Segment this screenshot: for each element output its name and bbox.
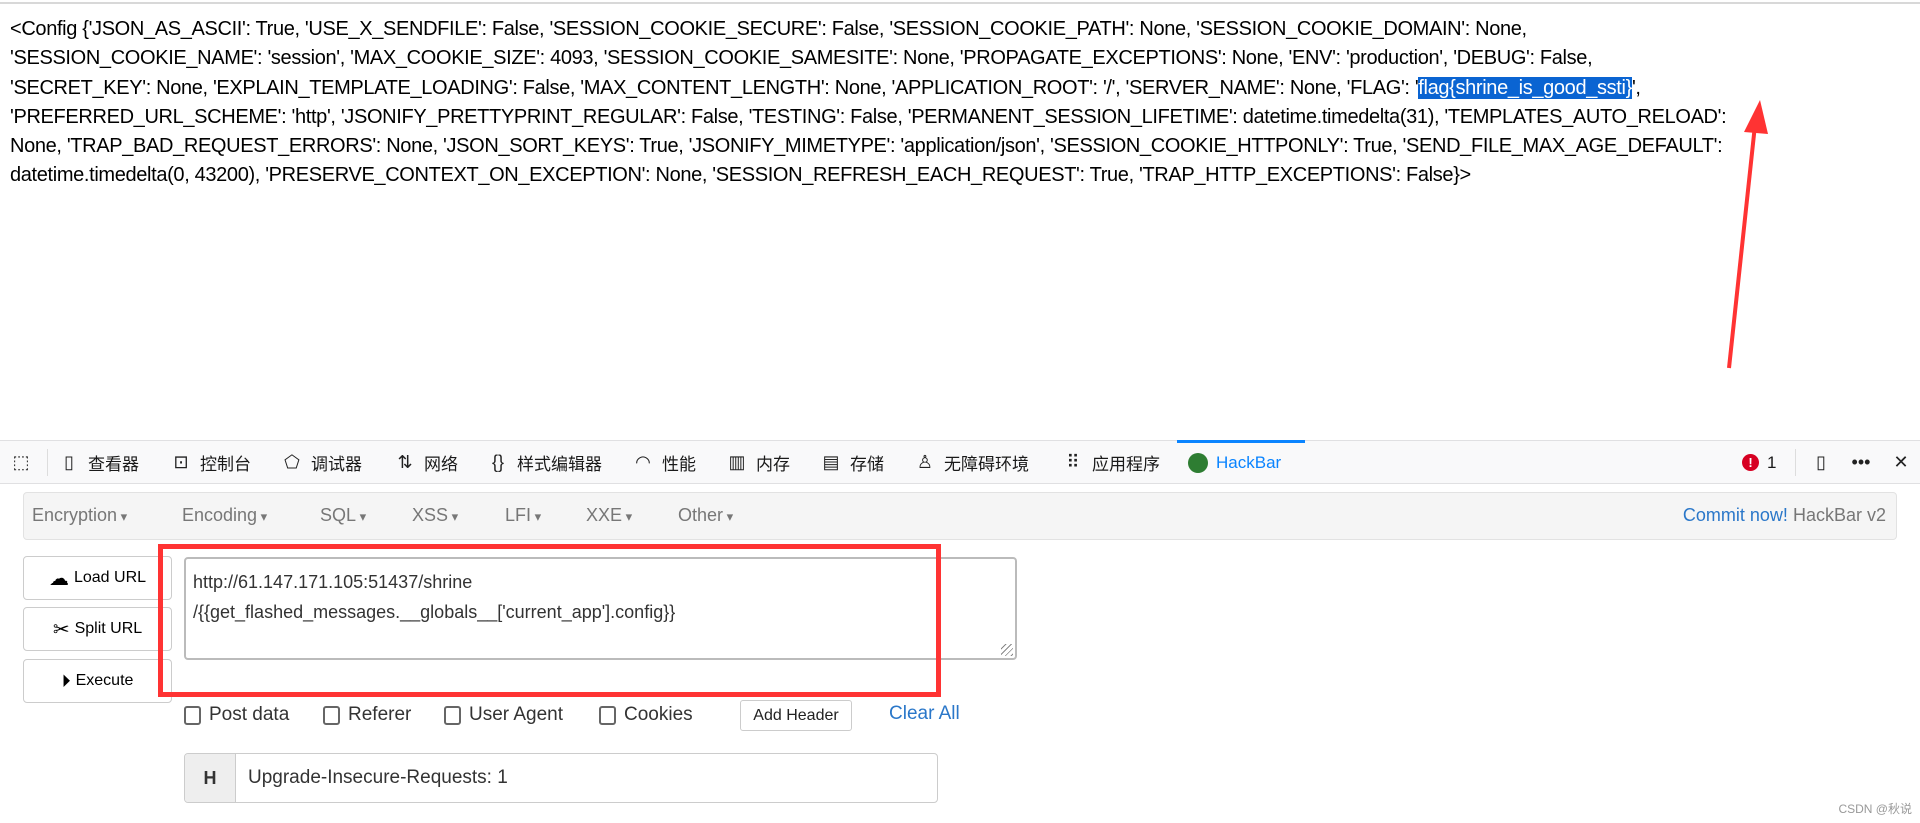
inspector-icon: ▯: [64, 452, 74, 472]
hackbar-menu-bar: Encryption Encoding SQL XSS LFI XXE Othe…: [23, 492, 1897, 540]
tab-console[interactable]: ⊡ 控制台: [170, 441, 251, 484]
tab-network[interactable]: ⇅ 网络: [394, 441, 458, 484]
tab-label: 控制台: [200, 455, 251, 474]
devtools-toolbar: ⬚ ▯ 查看器 ⊡ 控制台 ⬠ 调试器 ⇅ 网络 {} 样式编辑器 ◠ 性能 ▥ 内存 ▤ 存储…: [0, 440, 1920, 484]
cookies-checkbox[interactable]: Cookies: [599, 704, 693, 726]
gauge-icon: ◠: [635, 452, 651, 472]
storage-icon: ▤: [822, 452, 840, 472]
tab-label: 样式编辑器: [517, 455, 602, 474]
tab-debugger[interactable]: ⬠ 调试器: [281, 441, 362, 484]
checkbox-label: User Agent: [469, 704, 563, 725]
memory-icon: ▥: [728, 452, 746, 472]
element-picker-button[interactable]: ⬚: [10, 441, 32, 484]
header-row: H Upgrade-Insecure-Requests: 1: [184, 753, 938, 803]
error-count-button[interactable]: ! 1: [1742, 441, 1776, 484]
menu-other[interactable]: Other: [678, 505, 733, 526]
watermark: CSDN @秋说: [1838, 802, 1912, 816]
commit-now-link[interactable]: Commit now!: [1683, 505, 1788, 525]
tab-application[interactable]: ⠿ 应用程序: [1062, 441, 1160, 484]
responsive-mode-button[interactable]: ▯: [1810, 441, 1832, 484]
hackbar-version: HackBar v2: [1792, 505, 1886, 525]
checkbox-icon: [184, 705, 201, 725]
header-input[interactable]: Upgrade-Insecure-Requests: 1: [236, 754, 508, 802]
responsive-icon: ▯: [1816, 452, 1826, 472]
divider: [1795, 449, 1796, 476]
tab-label: 无障碍环境: [944, 455, 1029, 474]
tab-memory[interactable]: ▥ 内存: [726, 441, 790, 484]
menu-xxe[interactable]: XXE: [586, 505, 632, 526]
execute-button[interactable]: ⏵ Execute: [23, 659, 172, 703]
tab-label: 调试器: [311, 455, 362, 474]
error-icon: !: [1742, 454, 1759, 471]
red-arrow-annotation: [1727, 100, 1768, 369]
checkbox-label: Cookies: [624, 704, 693, 725]
tab-label: 查看器: [88, 455, 139, 474]
menu-lfi[interactable]: LFI: [505, 505, 541, 526]
more-icon: •••: [1851, 452, 1871, 472]
hackbar-logo-icon: [1188, 452, 1208, 473]
user-agent-checkbox[interactable]: User Agent: [444, 704, 563, 726]
menu-encryption[interactable]: Encryption: [32, 505, 127, 526]
referer-checkbox[interactable]: Referer: [323, 704, 411, 726]
play-icon: ⏵: [61, 670, 71, 691]
button-label: Load URL: [73, 569, 147, 586]
tab-hackbar[interactable]: HackBar: [1188, 441, 1281, 484]
load-url-button[interactable]: ☁ Load URL: [23, 556, 172, 600]
tab-label: 内存: [756, 455, 790, 474]
button-label: Split URL: [74, 620, 143, 637]
tab-accessibility[interactable]: ♙ 无障碍环境: [914, 441, 1029, 484]
checkbox-label: Referer: [348, 704, 412, 725]
checkbox-label: Post data: [209, 704, 290, 725]
add-header-button[interactable]: Add Header: [740, 700, 852, 731]
resize-grip-icon[interactable]: [1001, 644, 1013, 656]
tab-inspector[interactable]: ▯ 查看器: [58, 441, 139, 484]
clear-all-link[interactable]: Clear All: [889, 703, 960, 725]
braces-icon: {}: [491, 452, 505, 472]
split-url-button[interactable]: ✂ Split URL: [23, 607, 172, 651]
tab-label: 应用程序: [1092, 455, 1160, 474]
picker-icon: ⬚: [12, 452, 30, 472]
tab-style-editor[interactable]: {} 样式编辑器: [487, 441, 602, 484]
menu-encoding[interactable]: Encoding: [182, 505, 267, 526]
close-devtools-button[interactable]: ✕: [1890, 441, 1912, 484]
tab-storage[interactable]: ▤ 存储: [820, 441, 884, 484]
close-icon: ✕: [1893, 452, 1909, 472]
error-count: 1: [1767, 452, 1777, 472]
scissors-icon: ✂: [52, 618, 70, 641]
grid-icon: ⠿: [1066, 452, 1080, 472]
tab-label: 网络: [424, 455, 458, 474]
network-icon: ⇅: [397, 452, 413, 472]
menu-sql[interactable]: SQL: [320, 505, 366, 526]
accessibility-icon: ♙: [916, 452, 934, 472]
tab-label: 性能: [662, 455, 696, 474]
button-label: Execute: [75, 672, 134, 689]
tab-label: HackBar: [1216, 452, 1282, 472]
red-box-annotation: [158, 544, 941, 697]
post-data-checkbox[interactable]: Post data: [184, 704, 289, 726]
menu-xss[interactable]: XSS: [412, 505, 458, 526]
debugger-icon: ⬠: [284, 452, 300, 472]
cloud-download-icon: ☁: [48, 567, 69, 590]
header-tag: H: [185, 754, 236, 802]
tab-label: 存储: [850, 455, 884, 474]
more-options-button[interactable]: •••: [1850, 441, 1872, 484]
checkbox-icon: [323, 705, 340, 725]
checkbox-icon: [444, 705, 461, 725]
divider: [47, 449, 48, 476]
checkbox-icon: [599, 705, 616, 725]
console-icon: ⊡: [173, 452, 189, 472]
tab-performance[interactable]: ◠ 性能: [632, 441, 696, 484]
commit-info: Commit now! HackBar v2: [1683, 505, 1886, 526]
